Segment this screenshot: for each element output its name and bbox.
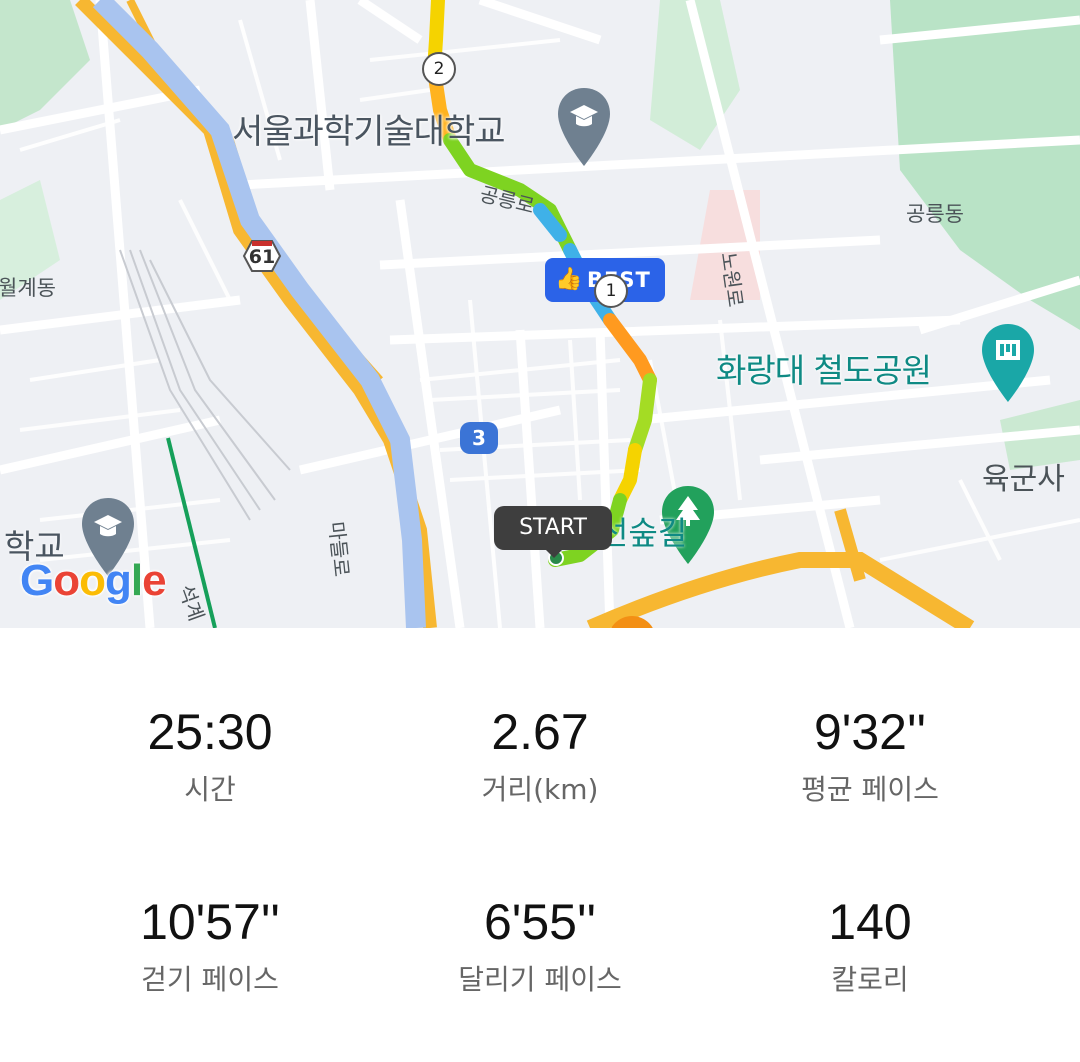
route-number: 61 [248, 246, 276, 268]
km-marker[interactable]: 2 [422, 52, 456, 86]
google-letter: o [53, 556, 80, 605]
stat-value: 25:30 [147, 704, 273, 760]
google-logo: Google [20, 556, 167, 606]
route-shield: 61 [240, 238, 284, 274]
stat-label: 달리기 페이스 [458, 963, 622, 996]
thumbs-up-icon: 👍 [555, 267, 583, 292]
highway [834, 508, 866, 582]
railway [119, 249, 291, 521]
google-letter: G [20, 556, 54, 605]
circle-marker: 3 [460, 422, 498, 454]
museum-pin-icon[interactable] [980, 322, 1036, 406]
google-letter: o [79, 556, 106, 605]
stat-value: 2.67 [491, 704, 589, 760]
park-area [890, 0, 1080, 330]
map-label-dong: 공릉동 [906, 202, 964, 226]
workout-stats: 25:30 시간 2.67 거리(km) 9'32'' 평균 페이스 10'57… [0, 628, 1080, 1062]
stat-label: 칼로리 [831, 963, 909, 996]
map-label-park: 화랑대 철도공원 [716, 351, 932, 390]
stat-walk-pace: 10'57'' 걷기 페이스 [30, 892, 390, 1000]
google-letter: g [105, 556, 132, 605]
map-label-road: 마들로 [324, 520, 354, 578]
map-view[interactable]: 서울과학기술대학교 화랑대 철도공원 공릉동 월계동 육군사 학교 경춘선숲길 … [0, 0, 1080, 628]
stat-label: 걷기 페이스 [141, 963, 279, 996]
stat-value: 10'57'' [140, 894, 280, 950]
stat-value: 9'32'' [813, 704, 927, 760]
stat-run-pace: 6'55'' 달리기 페이스 [360, 892, 720, 1000]
map-label-school: 서울과학기술대학교 [232, 112, 506, 152]
start-badge[interactable]: START [494, 506, 612, 558]
stat-value: 140 [828, 894, 912, 950]
stat-avg-pace: 9'32'' 평균 페이스 [690, 702, 1050, 810]
km-marker[interactable]: 1 [594, 274, 628, 308]
highway [586, 552, 975, 628]
map-label-army: 육군사 [982, 462, 1065, 497]
google-letter: l [130, 556, 143, 605]
map-label-dong: 월계동 [0, 276, 56, 300]
stat-label: 거리(km) [481, 773, 599, 806]
stat-value: 6'55'' [483, 894, 597, 950]
stat-distance: 2.67 거리(km) [360, 702, 720, 810]
school-pin-icon[interactable] [556, 86, 612, 170]
stat-time: 25:30 시간 [30, 702, 390, 810]
stat-calories: 140 칼로리 [690, 892, 1050, 1000]
stat-label: 평균 페이스 [801, 773, 939, 806]
google-letter: e [142, 556, 167, 605]
stat-label: 시간 [184, 773, 236, 806]
